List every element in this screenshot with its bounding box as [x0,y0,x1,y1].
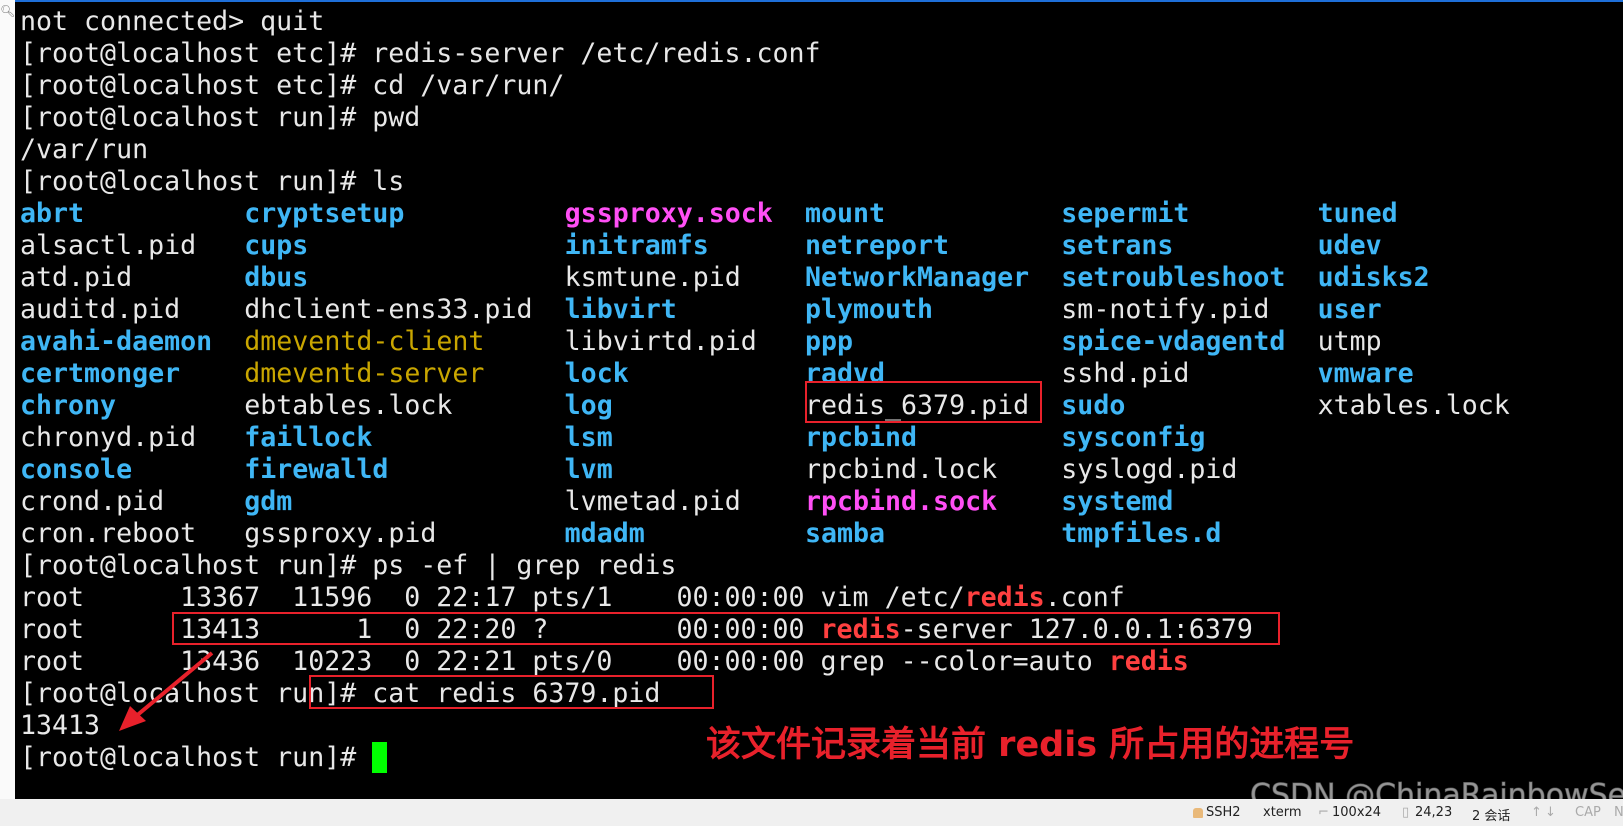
ls-entry-dir: NetworkManager [804,262,1030,293]
status-sessions: 2 会话 [1472,809,1511,824]
ls-entry-file: syslogd.pid [1061,454,1238,485]
status-size: 100x24 [1332,805,1382,820]
cursor-pos-icon: ▯ [1402,805,1410,820]
ls-entry-dir: lsm [564,422,613,453]
status-bar: SSH2 xterm ⌐ 100x24 ▯ 24,23 2 会话 ↑ ↓ CAP… [0,799,1623,826]
ls-entry-sock: rpcbind.sock [804,486,998,517]
ls-entry-file: utmp [1317,326,1382,357]
annotation-text: 该文件记录着当前 redis 所占用的进程号 [706,725,1355,765]
upload-arrow-icon: ↑ [1531,805,1542,820]
ls-entry-dir: user [1317,294,1382,325]
status-protocol: SSH2 [1206,805,1241,820]
ls-entry-dir: setroubleshoot [1061,262,1286,293]
ls-entry-dir: sepermit [1061,198,1190,229]
grep-match-text: redis [1108,646,1189,677]
ls-entry-dir: tmpfiles.d [1061,518,1222,549]
ls-entry-file: lvmetad.pid [564,486,741,517]
ls-entry-dir: samba [804,518,886,549]
ls-entry-dir: lvm [564,454,613,485]
status-term-type: xterm [1263,805,1302,820]
ls-entry-file: xtables.lock [1317,390,1510,421]
ls-entry-dir: ppp [804,326,854,357]
ls-entry-dir: mdadm [564,518,645,549]
ls-entry-dir: libvirt [564,294,677,325]
ls-entry-dir: systemd [1061,486,1174,517]
highlight-box-cat-command [309,675,714,709]
ls-entry-dir: log [564,390,613,421]
ls-entry-dir: netreport [804,230,950,261]
status-cursor-pos: 24,23 [1415,805,1453,820]
ls-entry-dir: setrans [1061,230,1174,261]
ls-entry-dir: udisks2 [1317,262,1430,293]
highlight-box-pid-file [805,381,1042,423]
ls-entry-file: ksmtune.pid [564,262,741,293]
ls-entry-dir: sysconfig [1061,422,1206,453]
download-arrow-icon: ↓ [1545,805,1556,820]
ls-entry-dir: mount [804,198,886,229]
ls-entry-sock: gssproxy.sock [564,198,773,229]
ls-entry-dir: initramfs [564,230,709,261]
status-num: N [1614,805,1623,820]
ls-entry-dir: spice-vdagentd [1061,326,1286,357]
highlight-box-redis-process [172,612,1280,645]
terminal-text: .conf [1044,582,1125,613]
terminal-cursor [372,742,388,773]
ls-entry-dir: vmware [1317,358,1414,389]
resize-icon: ⌐ [1318,805,1329,820]
ls-entry-file: sshd.pid [1061,358,1190,389]
ls-entry-dir: tuned [1317,198,1398,229]
ls-entry-dir: sudo [1061,390,1126,421]
ls-entry-dir: rpcbind [804,422,918,453]
lock-icon [1193,808,1203,818]
ls-entry-file: libvirtd.pid [564,326,757,357]
ls-entry-dir: lock [564,358,629,389]
ls-entry-dir: udev [1317,230,1382,261]
ls-entry-file: rpcbind.lock [804,454,998,485]
ls-entry-file: sm-notify.pid [1061,294,1270,325]
ls-entry-dir: plymouth [804,294,934,325]
grep-match-text: redis [964,582,1045,613]
status-caps: CAP [1575,805,1601,820]
annotation-arrow-icon [119,651,214,731]
